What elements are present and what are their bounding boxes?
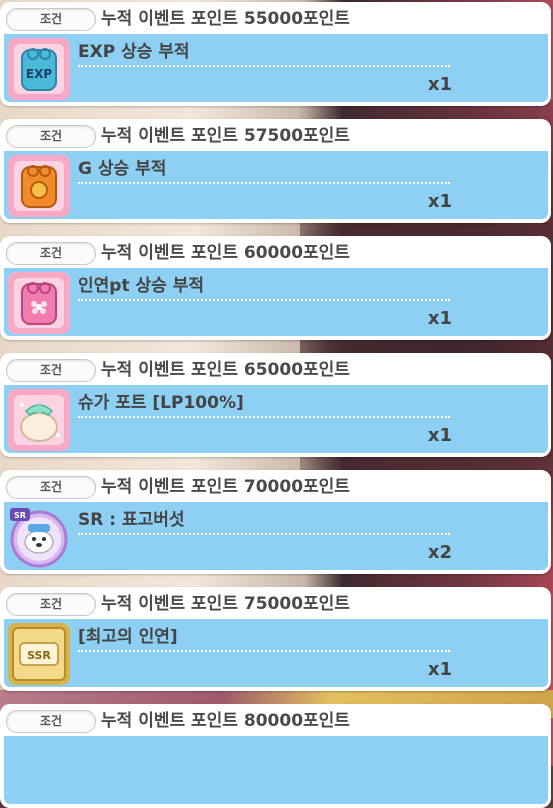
- condition-badge: 조건: [6, 125, 96, 148]
- reward-quantity: x1: [427, 74, 452, 95]
- reward-card-header: 조건 누적 이벤트 포인트 55000포인트: [0, 2, 551, 34]
- condition-badge: 조건: [6, 359, 96, 382]
- reward-card-body: 인연pt 상승 부적 x1: [4, 268, 548, 336]
- ssr-ticket-icon: SSR: [8, 623, 70, 685]
- reward-card-body: G 상승 부적 x1: [4, 151, 548, 219]
- reward-card-body: SR SR : 표고버섯 x2: [4, 502, 548, 570]
- condition-badge: 조건: [6, 710, 96, 733]
- condition-text: 누적 이벤트 포인트 55000포인트: [101, 9, 350, 29]
- condition-badge: 조건: [6, 476, 96, 499]
- reward-card-header: 조건 누적 이벤트 포인트 57500포인트: [0, 119, 551, 151]
- exp-charm-icon: EXP: [8, 38, 70, 100]
- reward-quantity: x2: [427, 542, 452, 563]
- condition-badge: 조건: [6, 242, 96, 265]
- reward-quantity: x1: [427, 308, 452, 329]
- reward-card-header: 조건 누적 이벤트 포인트 75000포인트: [0, 587, 551, 619]
- reward-item-name: [최고의 인연]: [78, 624, 450, 652]
- reward-card: 조건 누적 이벤트 포인트 65000포인트 슈가 포트 [LP100%] x1: [0, 353, 551, 457]
- condition-text: 누적 이벤트 포인트 80000포인트: [101, 711, 350, 731]
- reward-quantity: x1: [427, 425, 452, 446]
- gold-charm-icon: [8, 155, 70, 217]
- condition-text: 누적 이벤트 포인트 60000포인트: [101, 243, 350, 263]
- sugar-pot-icon: [8, 389, 70, 451]
- reward-quantity: x1: [427, 191, 452, 212]
- reward-card-body: SSR [최고의 인연] x1: [4, 619, 548, 687]
- svg-text:SR: SR: [14, 511, 26, 520]
- reward-card: 조건 누적 이벤트 포인트 80000포인트: [0, 704, 551, 808]
- condition-text: 누적 이벤트 포인트 70000포인트: [101, 477, 350, 497]
- reward-card-body: EXP EXP 상승 부적 x1: [4, 34, 548, 102]
- reward-item-name: SR : 표고버섯: [78, 507, 450, 535]
- reward-card-body: [4, 736, 548, 804]
- svg-text:EXP: EXP: [26, 67, 52, 81]
- reward-card-header: 조건 누적 이벤트 포인트 65000포인트: [0, 353, 551, 385]
- reward-card: 조건 누적 이벤트 포인트 60000포인트 인연pt 상승 부적 x1: [0, 236, 551, 340]
- reward-card-header: 조건 누적 이벤트 포인트 80000포인트: [0, 704, 551, 736]
- reward-item-name: EXP 상승 부적: [78, 39, 450, 67]
- sr-dog-icon: SR: [8, 506, 70, 568]
- reward-card-header: 조건 누적 이벤트 포인트 60000포인트: [0, 236, 551, 268]
- bond-charm-icon: [8, 272, 70, 334]
- reward-card: 조건 누적 이벤트 포인트 70000포인트 SR SR : 표고버섯 x2: [0, 470, 551, 574]
- reward-item-name: G 상승 부적: [78, 156, 450, 184]
- condition-badge: 조건: [6, 8, 96, 31]
- reward-card-body: 슈가 포트 [LP100%] x1: [4, 385, 548, 453]
- reward-card: 조건 누적 이벤트 포인트 75000포인트 SSR [최고의 인연] x1: [0, 587, 551, 691]
- reward-quantity: x1: [427, 659, 452, 680]
- condition-badge: 조건: [6, 593, 96, 616]
- svg-text:SSR: SSR: [27, 649, 51, 662]
- condition-text: 누적 이벤트 포인트 75000포인트: [101, 594, 350, 614]
- reward-card: 조건 누적 이벤트 포인트 55000포인트 EXP EXP 상승 부적 x1: [0, 2, 551, 106]
- reward-item-name: 인연pt 상승 부적: [78, 273, 450, 301]
- reward-item-name: 슈가 포트 [LP100%]: [78, 390, 450, 418]
- condition-text: 누적 이벤트 포인트 65000포인트: [101, 360, 350, 380]
- reward-card-header: 조건 누적 이벤트 포인트 70000포인트: [0, 470, 551, 502]
- condition-text: 누적 이벤트 포인트 57500포인트: [101, 126, 350, 146]
- reward-card: 조건 누적 이벤트 포인트 57500포인트 G 상승 부적 x1: [0, 119, 551, 223]
